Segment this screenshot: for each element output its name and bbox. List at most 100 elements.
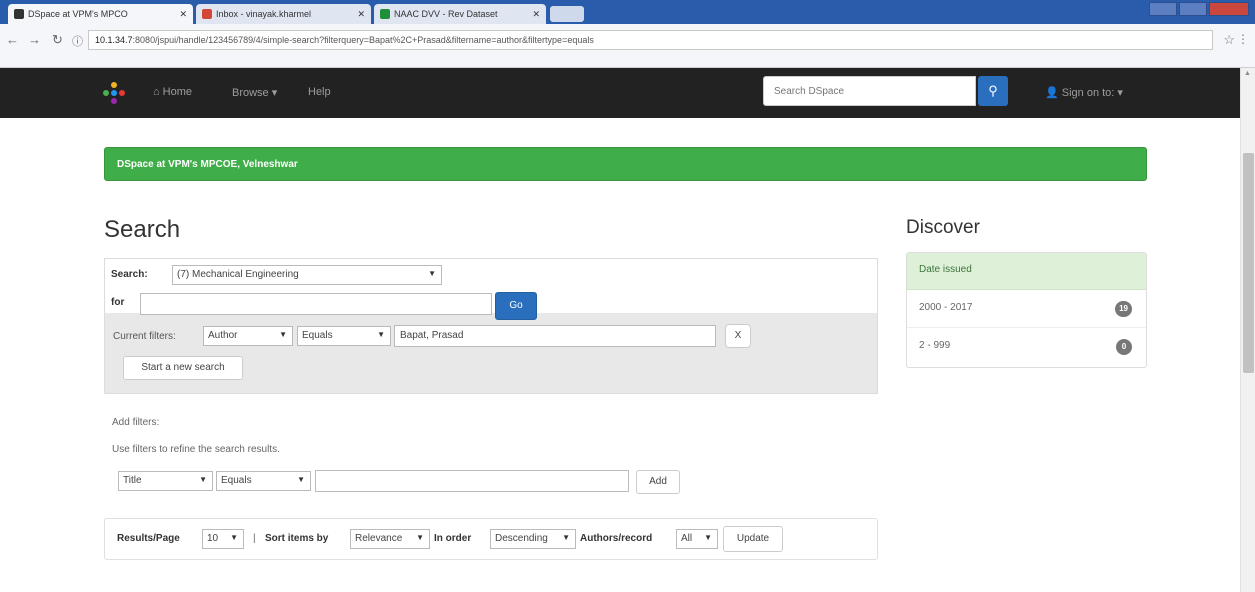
sort-by-label: Sort items by xyxy=(265,533,329,544)
add-filter-op-select[interactable]: Equals ▼ xyxy=(216,471,311,491)
authors-per-record-select[interactable]: All ▼ xyxy=(676,529,718,549)
reload-icon[interactable]: ↻ xyxy=(52,32,63,48)
info-icon: ⓘ xyxy=(72,36,83,48)
chevron-down-icon: ▼ xyxy=(230,533,238,542)
tab-title: Inbox - vinayak.kharmel xyxy=(216,9,312,19)
scrollbar-thumb[interactable] xyxy=(1243,153,1254,373)
new-tab-button[interactable] xyxy=(550,6,584,22)
add-filters-hint: Use filters to refine the search results… xyxy=(112,444,280,455)
browser-tab-inbox[interactable]: Inbox - vinayak.kharmel ✕ xyxy=(196,4,371,24)
close-icon[interactable]: ✕ xyxy=(173,9,187,20)
scroll-up-icon[interactable]: ▲ xyxy=(1244,70,1251,77)
chevron-down-icon: ▼ xyxy=(416,533,424,542)
search-scope-value: (7) Mechanical Engineering xyxy=(177,269,299,280)
results-per-page-label: Results/Page xyxy=(117,533,180,544)
results-per-page-value: 10 xyxy=(207,533,219,544)
add-filter-field-value: Title xyxy=(123,475,142,486)
results-options-bar: Results/Page 10 ▼ | Sort items by Relevan… xyxy=(104,518,878,560)
chevron-down-icon: ▼ xyxy=(704,533,712,542)
sheet-favicon-icon xyxy=(380,9,390,19)
chevron-down-icon: ▼ xyxy=(279,330,287,339)
nav-help-link[interactable]: Help xyxy=(308,86,331,98)
navbar-search-input[interactable] xyxy=(763,76,976,106)
tab-title: DSpace at VPM's MPCO xyxy=(28,9,128,19)
url-field[interactable]: 10.1.34.7:8080/jspui/handle/123456789/4/… xyxy=(88,30,1213,50)
remove-filter-button[interactable]: X xyxy=(725,324,751,348)
url-path: :8080/jspui/handle/123456789/4/simple-se… xyxy=(132,35,594,45)
current-filters-label: Current filters: xyxy=(113,331,176,342)
add-filter-value-input[interactable] xyxy=(315,470,629,492)
dspace-favicon-icon xyxy=(14,9,24,19)
order-value: Descending xyxy=(495,533,548,544)
facet-item-label: 2000 - 2017 xyxy=(919,302,973,313)
chevron-down-icon: ▼ xyxy=(562,533,570,542)
sign-on-dropdown[interactable]: 👤 Sign on to: ▾ xyxy=(1045,86,1123,99)
repository-banner[interactable]: DSpace at VPM's MPCOE, Velneshwar xyxy=(104,147,1147,181)
facet-item[interactable]: 2000 - 2017 19 xyxy=(907,291,1146,328)
search-scope-select[interactable]: (7) Mechanical Engineering ▼ xyxy=(172,265,442,285)
order-label: In order xyxy=(434,533,472,544)
sort-by-value: Relevance xyxy=(355,533,403,544)
search-icon: ⚲ xyxy=(988,83,998,98)
dspace-navbar: ⌂Home Browse ▾ Help ⚲ 👤 Sign on to: ▾ xyxy=(0,68,1240,118)
browser-menu-icon[interactable]: ⋮ xyxy=(1237,32,1249,46)
maximize-button[interactable] xyxy=(1179,2,1207,16)
browser-tab-bar: DSpace at VPM's MPCO ✕ Inbox - vinayak.k… xyxy=(0,0,1255,24)
add-filters-section: Add filters: Use filters to refine the s… xyxy=(104,410,878,502)
window-close-button[interactable] xyxy=(1209,2,1249,16)
order-select[interactable]: Descending ▼ xyxy=(490,529,576,549)
back-arrow-icon[interactable]: ← xyxy=(6,32,19,47)
discover-title: Discover xyxy=(906,217,980,238)
add-filter-op-value: Equals xyxy=(221,475,252,486)
search-scope-label: Search: xyxy=(111,269,148,280)
facet-count-badge: 0 xyxy=(1116,339,1132,355)
window-controls xyxy=(1149,2,1249,16)
forward-arrow-icon[interactable]: → xyxy=(28,32,41,47)
home-icon: ⌂ xyxy=(153,86,160,98)
page-title: Search xyxy=(104,216,181,243)
filter-op-select[interactable]: Equals ▼ xyxy=(297,326,391,346)
dspace-logo-icon[interactable] xyxy=(103,82,125,104)
nav-home-link[interactable]: ⌂ Home xyxy=(153,86,192,98)
page-scrollbar[interactable]: ▲ xyxy=(1240,68,1255,592)
url-host: 10.1.34.7 xyxy=(95,35,133,45)
mail-favicon-icon xyxy=(202,9,212,19)
search-panel: Search: (7) Mechanical Engineering ▼ for … xyxy=(104,258,878,394)
filter-op-value: Equals xyxy=(302,330,333,341)
add-filter-button[interactable]: Add xyxy=(636,470,680,494)
discover-facet-panel: Date issued 2000 - 2017 19 2 - 999 0 xyxy=(906,252,1147,368)
start-new-search-button[interactable]: Start a new search xyxy=(123,356,243,380)
facet-item[interactable]: 2 - 999 0 xyxy=(907,329,1146,366)
sort-by-select[interactable]: Relevance ▼ xyxy=(350,529,430,549)
filter-value-input[interactable]: Bapat, Prasad xyxy=(394,325,716,347)
facet-heading: Date issued xyxy=(907,253,1146,290)
browser-tab-naac[interactable]: NAAC DVV - Rev Dataset ✕ xyxy=(374,4,546,24)
close-icon[interactable]: ✕ xyxy=(351,9,365,20)
results-per-page-select[interactable]: 10 ▼ xyxy=(202,529,244,549)
chevron-down-icon: ▼ xyxy=(428,269,436,278)
authors-per-record-label: Authors/record xyxy=(580,533,653,544)
facet-item-label: 2 - 999 xyxy=(919,340,951,351)
results-separator: | xyxy=(253,533,256,544)
go-button[interactable]: Go xyxy=(495,292,537,320)
browser-tab-dspace[interactable]: DSpace at VPM's MPCO ✕ xyxy=(8,4,193,24)
filter-field-value: Author xyxy=(208,330,238,341)
nav-browse-dropdown[interactable]: Browse ▾ xyxy=(232,86,277,99)
authors-per-record-value: All xyxy=(681,533,693,544)
add-filters-heading: Add filters: xyxy=(112,417,160,428)
close-icon[interactable]: ✕ xyxy=(526,9,540,20)
chevron-down-icon: ▼ xyxy=(199,475,207,484)
tab-title: NAAC DVV - Rev Dataset xyxy=(394,9,498,19)
facet-count-badge: 19 xyxy=(1115,301,1132,317)
filter-field-select[interactable]: Author ▼ xyxy=(203,326,293,346)
chevron-down-icon: ▼ xyxy=(377,330,385,339)
add-filter-field-select[interactable]: Title ▼ xyxy=(118,471,213,491)
address-bar: ← → ↻ ⓘ 10.1.34.7:8080/jspui/handle/1234… xyxy=(0,24,1255,68)
bookmark-star-icon[interactable]: ☆ xyxy=(1223,32,1235,48)
navbar-search-button[interactable]: ⚲ xyxy=(978,76,1008,106)
chevron-down-icon: ▼ xyxy=(297,475,305,484)
minimize-button[interactable] xyxy=(1149,2,1177,16)
update-button[interactable]: Update xyxy=(723,526,783,552)
for-label: for xyxy=(111,297,125,308)
query-input[interactable] xyxy=(140,293,492,315)
